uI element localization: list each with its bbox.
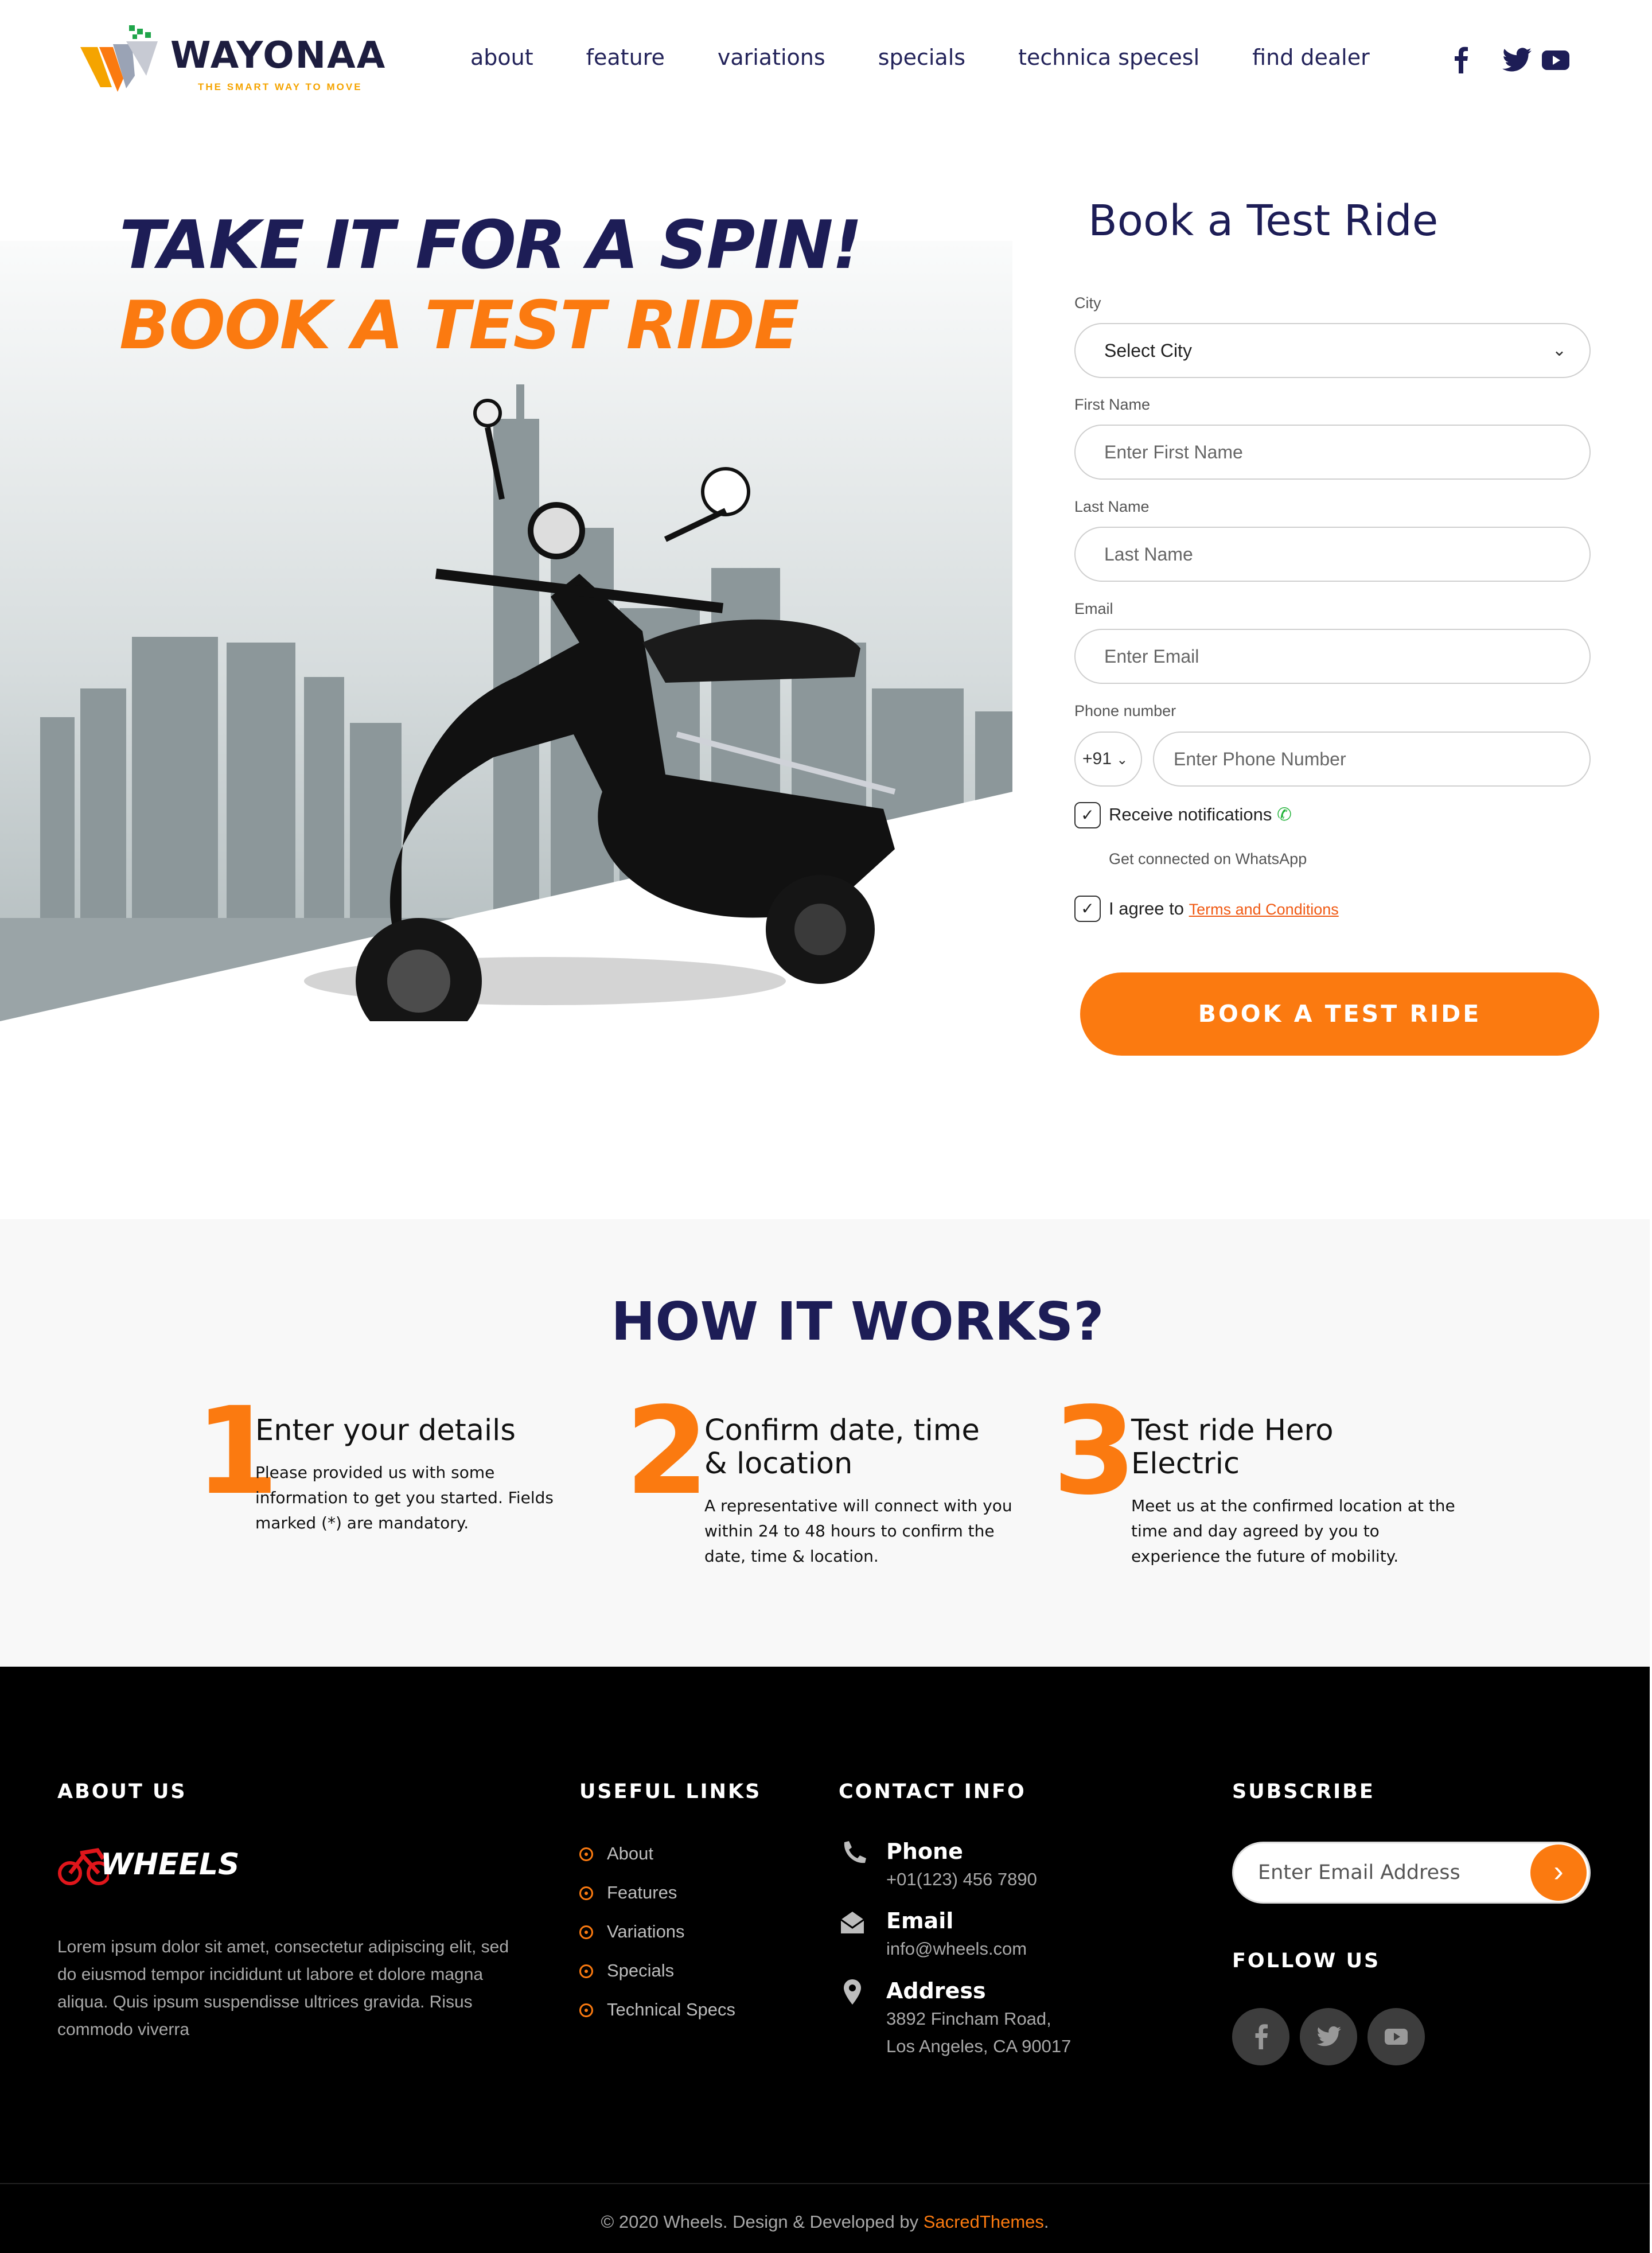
brand-name: WAYONAA: [170, 34, 387, 77]
footer-link-label: About: [607, 1843, 654, 1863]
phone-label: Phone number: [1074, 702, 1176, 719]
footer-contact-title: CONTACT INFO: [839, 1780, 1026, 1803]
copyright-suffix: .: [1043, 2212, 1049, 2232]
footer-links-title: USEFUL LINKS: [579, 1780, 762, 1803]
contact-address-line2: Los Angeles, CA 90017: [886, 2036, 1072, 2056]
notifications-label-text: Receive notifications: [1109, 804, 1272, 824]
contact-email-label: Email: [886, 1908, 954, 1933]
footer-logo[interactable]: WHEELS: [57, 1836, 240, 1893]
nav-variations[interactable]: variations: [718, 45, 825, 70]
country-code-value: +91: [1082, 749, 1112, 768]
main-nav: about feature variations specials techni…: [470, 45, 1423, 70]
copyright-text: © 2020 Wheels. Design & Developed by Sac…: [0, 2212, 1650, 2232]
contact-address-label: Address: [886, 1978, 986, 2003]
step-2-number: 2: [625, 1381, 710, 1522]
footer-link-label: Specials: [607, 1960, 675, 1980]
footer-link-label: Technical Specs: [607, 1999, 736, 2019]
city-select-value: Select City: [1104, 340, 1192, 361]
footer-about-text: Lorem ipsum dolor sit amet, consectetur …: [57, 1937, 509, 2039]
footer-logo-text: WHEELS: [100, 1847, 240, 1882]
contact-phone-value: +01(123) 456 7890: [886, 1869, 1037, 1889]
youtube-icon[interactable]: [1538, 45, 1573, 75]
envelope-open-icon: [840, 1912, 864, 1933]
bullet-icon: [579, 2003, 593, 2017]
first-name-label: First Name: [1074, 396, 1151, 413]
map-marker-icon: [844, 1979, 861, 2005]
bullet-icon: [579, 1847, 593, 1861]
footer-twitter-icon[interactable]: [1300, 2008, 1357, 2065]
agree-label: I agree to: [1109, 898, 1184, 919]
nav-find-dealer[interactable]: find dealer: [1252, 45, 1370, 70]
footer-link-variations[interactable]: Variations: [579, 1921, 685, 1942]
terms-link[interactable]: Terms and Conditions: [1189, 901, 1339, 918]
phone-icon: [844, 1841, 866, 1863]
nav-about[interactable]: about: [470, 45, 533, 70]
terms-checkbox[interactable]: ✓: [1074, 896, 1101, 922]
email-input[interactable]: Enter Email: [1074, 629, 1591, 684]
footer-subscribe-title: SUBSCRIBE: [1232, 1780, 1375, 1803]
footer-facebook-icon[interactable]: [1232, 2008, 1289, 2065]
footer-divider: [0, 2183, 1650, 2184]
city-select[interactable]: Select City ⌄: [1074, 323, 1591, 378]
step-1-title: Enter your details: [255, 1414, 516, 1447]
bullet-icon: [579, 1964, 593, 1978]
footer-link-label: Features: [607, 1882, 677, 1902]
footer-about-title: ABOUT US: [57, 1780, 187, 1803]
footer-link-specials[interactable]: Specials: [579, 1960, 674, 1981]
facebook-icon[interactable]: [1444, 45, 1479, 75]
whatsapp-subtext: Get connected on WhatsApp: [1109, 850, 1307, 867]
last-name-input[interactable]: Last Name: [1074, 527, 1591, 582]
footer-link-features[interactable]: Features: [579, 1882, 677, 1903]
notifications-label: Receive notifications ✆: [1109, 804, 1292, 825]
step-3-number: 3: [1053, 1381, 1137, 1522]
book-test-ride-button[interactable]: BOOK A TEST RIDE: [1080, 972, 1599, 1056]
twitter-icon[interactable]: [1502, 45, 1536, 75]
step-3-title: Test ride Hero Electric: [1131, 1414, 1334, 1481]
footer-link-about[interactable]: About: [579, 1843, 653, 1864]
notifications-checkbox[interactable]: ✓: [1074, 802, 1101, 828]
footer-link-technical-specs[interactable]: Technical Specs: [579, 1999, 735, 2020]
hero-subheading: BOOK A TEST RIDE: [119, 287, 800, 364]
contact-phone-label: Phone: [886, 1839, 963, 1864]
copyright-brand-link[interactable]: SacredThemes: [924, 2212, 1044, 2232]
how-it-works-title: HOW IT WORKS?: [611, 1291, 1104, 1352]
step-2-text: A representative will connect with you w…: [704, 1496, 1012, 1566]
subscribe-submit-button[interactable]: ›: [1530, 1845, 1587, 1901]
site-header: WAYONAA THE SMART WAY TO MOVE about feat…: [0, 0, 1652, 120]
logo-mark-icon: [80, 25, 158, 92]
first-name-input[interactable]: Enter First Name: [1074, 425, 1591, 480]
country-code-select[interactable]: +91 ⌄: [1074, 731, 1142, 787]
brand-tagline: THE SMART WAY TO MOVE: [198, 81, 363, 92]
hero-heading: TAKE IT FOR A SPIN!: [119, 207, 863, 284]
step-2-title: Confirm date, time & location: [704, 1414, 980, 1481]
chevron-right-icon: ›: [1553, 1855, 1564, 1888]
contact-email-value: info@wheels.com: [886, 1939, 1027, 1959]
email-label: Email: [1074, 600, 1113, 617]
step-1-text: Please provided us with some information…: [255, 1463, 554, 1532]
contact-address-line1: 3892 Fincham Road,: [886, 2009, 1051, 2029]
last-name-label: Last Name: [1074, 498, 1150, 515]
bullet-icon: [579, 1886, 593, 1900]
nav-feature[interactable]: feature: [586, 45, 665, 70]
phone-input[interactable]: Enter Phone Number: [1153, 731, 1591, 787]
chevron-down-icon: ⌄: [1552, 341, 1567, 360]
form-title: Book a Test Ride: [1088, 196, 1439, 246]
city-label: City: [1074, 294, 1101, 312]
bullet-icon: [579, 1925, 593, 1939]
nav-specials[interactable]: specials: [878, 45, 965, 70]
copyright-prefix: © 2020 Wheels. Design & Developed by: [601, 2212, 924, 2232]
whatsapp-icon: ✆: [1276, 804, 1292, 824]
footer-link-label: Variations: [607, 1921, 685, 1941]
footer-youtube-icon[interactable]: [1367, 2008, 1425, 2065]
nav-technical-specs[interactable]: technica specesl: [1018, 45, 1199, 70]
step-3-text: Meet us at the confirmed location at the…: [1131, 1496, 1455, 1566]
terms-row: I agree to Terms and Conditions: [1109, 898, 1339, 919]
chevron-down-icon: ⌄: [1116, 752, 1128, 768]
footer-follow-title: FOLLOW US: [1232, 1950, 1381, 1972]
brand-logo[interactable]: WAYONAA THE SMART WAY TO MOVE: [77, 24, 385, 99]
